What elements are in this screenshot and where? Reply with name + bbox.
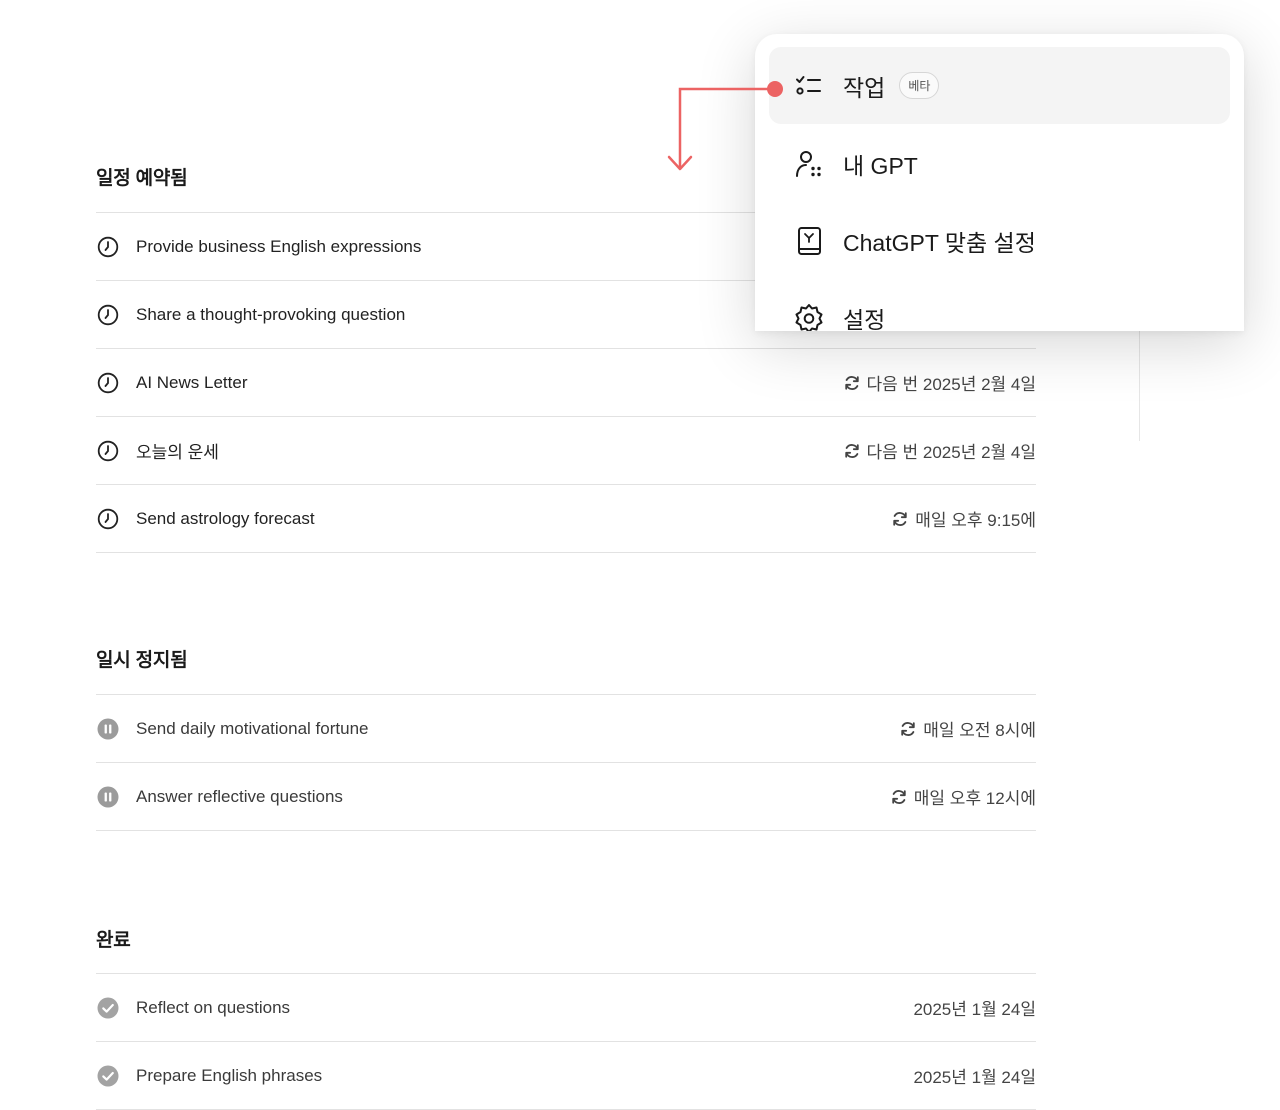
section-title-paused: 일시 정지됨 [96, 650, 188, 671]
section-title-completed: 완료 [96, 930, 131, 951]
task-schedule-text: 매일 오후 12시에 [913, 789, 1036, 808]
pause-icon [96, 717, 120, 741]
task-completed-date: 2025년 1월 24일 [913, 1068, 1036, 1087]
gear-icon [793, 302, 825, 331]
check-circle-icon [96, 1064, 120, 1088]
task-schedule-text: 매일 오후 9:15에 [915, 511, 1036, 530]
menu-item-label: 내 GPT [843, 152, 918, 179]
task-row[interactable]: AI News Letter 다음 번 2025년 2월 4일 [96, 349, 1036, 417]
task-schedule-text: 다음 번 2025년 2월 4일 [866, 375, 1036, 394]
task-schedule: 다음 번 2025년 2월 4일 [843, 370, 1036, 395]
task-schedule: 매일 오후 9:15에 [891, 506, 1036, 531]
repeat-icon [891, 510, 909, 528]
task-title: Send astrology forecast [136, 508, 315, 528]
clock-icon [96, 303, 120, 327]
menu-item-settings[interactable]: 설정 [769, 279, 1230, 331]
clock-icon [96, 371, 120, 395]
menu-edge-divider [1139, 331, 1140, 441]
profile-dropdown-menu: 작업 베타 내 GPT ChatGPT 맞춤 설정 설정 [755, 34, 1244, 331]
section-title-scheduled: 일정 예약됨 [96, 168, 188, 189]
repeat-icon [890, 788, 908, 806]
task-row[interactable]: Prepare English phrases 2025년 1월 24일 [96, 1042, 1036, 1110]
task-title: AI News Letter [136, 372, 248, 392]
menu-item-tasks[interactable]: 작업 베타 [769, 47, 1230, 124]
task-checklist-icon [793, 70, 825, 102]
task-title: Send daily motivational fortune [136, 718, 369, 738]
task-title: 오늘의 운세 [136, 443, 219, 462]
menu-item-label: 설정 [843, 306, 886, 332]
task-schedule: 다음 번 2025년 2월 4일 [843, 438, 1036, 463]
task-row[interactable]: Answer reflective questions 매일 오후 12시에 [96, 763, 1036, 831]
paused-task-list: Send daily motivational fortune 매일 오전 8시… [96, 694, 1036, 831]
menu-item-my-gpt[interactable]: 내 GPT [769, 125, 1230, 202]
menu-item-label: ChatGPT 맞춤 설정 [843, 229, 1036, 256]
menu-item-customize-chatgpt[interactable]: ChatGPT 맞춤 설정 [769, 202, 1230, 279]
task-row[interactable]: Reflect on questions 2025년 1월 24일 [96, 974, 1036, 1042]
task-title: Answer reflective questions [136, 786, 343, 806]
my-gpt-icon [793, 148, 825, 180]
check-circle-icon [96, 996, 120, 1020]
task-schedule-text: 다음 번 2025년 2월 4일 [866, 443, 1036, 462]
task-schedule-text: 매일 오전 8시에 [923, 721, 1036, 740]
completed-task-list: Reflect on questions 2025년 1월 24일 Prepar… [96, 973, 1036, 1110]
menu-item-label: 작업 [843, 74, 886, 101]
task-schedule: 매일 오전 8시에 [899, 716, 1036, 741]
customize-book-icon [793, 225, 825, 257]
task-row[interactable]: Send astrology forecast 매일 오후 9:15에 [96, 485, 1036, 553]
task-completed-date: 2025년 1월 24일 [913, 1000, 1036, 1019]
repeat-icon [899, 720, 917, 738]
repeat-icon [843, 374, 861, 392]
task-title: Reflect on questions [136, 997, 291, 1017]
clock-icon [96, 507, 120, 531]
repeat-icon [843, 442, 861, 460]
task-schedule: 매일 오후 12시에 [890, 784, 1036, 809]
clock-icon [96, 439, 120, 463]
task-row[interactable]: 오늘의 운세 다음 번 2025년 2월 4일 [96, 417, 1036, 485]
task-title: Prepare English phrases [136, 1065, 323, 1085]
pause-icon [96, 785, 120, 809]
beta-badge: 베타 [899, 72, 940, 99]
task-row[interactable]: Send daily motivational fortune 매일 오전 8시… [96, 695, 1036, 763]
clock-icon [96, 235, 120, 259]
